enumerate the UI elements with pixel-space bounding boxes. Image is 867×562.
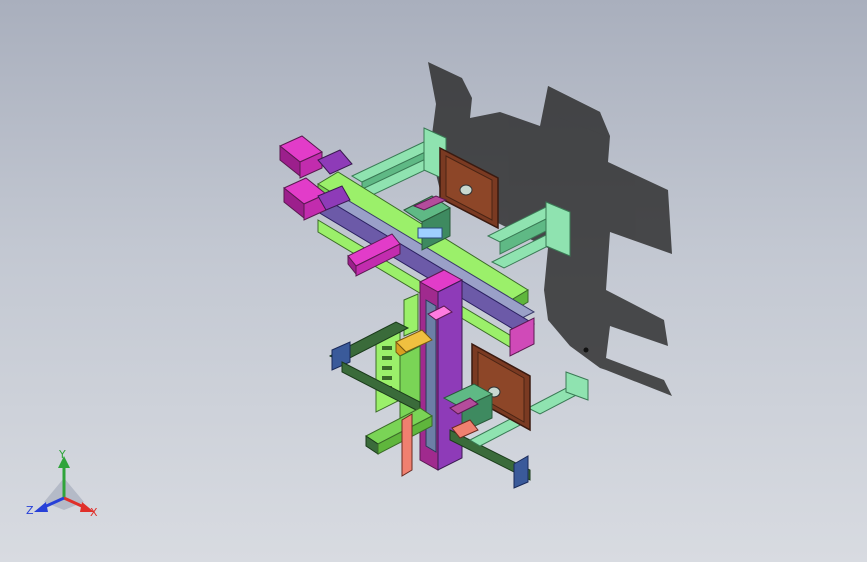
z-axis-arrowhead bbox=[34, 502, 48, 512]
x-axis-label: X bbox=[90, 506, 98, 519]
y-axis-label: Y bbox=[58, 448, 66, 461]
upper-motor-left[interactable] bbox=[279, 135, 353, 179]
graphics-viewport[interactable]: Y X Z bbox=[0, 0, 867, 562]
cad-assembly-model[interactable] bbox=[0, 0, 867, 562]
shadow-dot bbox=[583, 347, 589, 353]
z-axis-label: Z bbox=[26, 504, 34, 517]
coordinate-triad-icon: Y X Z bbox=[26, 448, 98, 519]
